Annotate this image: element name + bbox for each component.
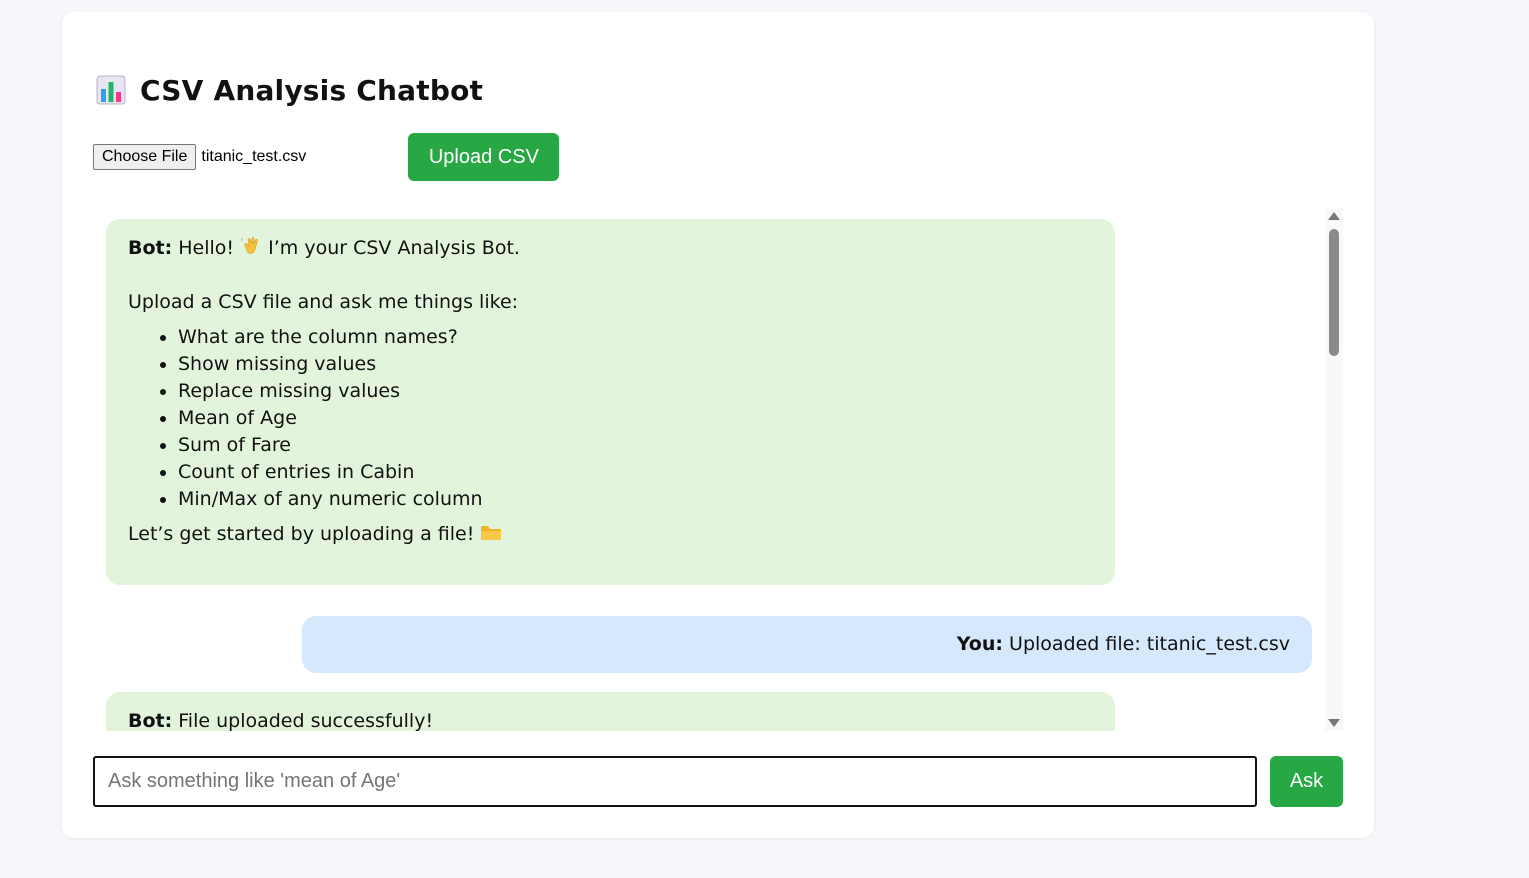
list-item: Mean of Age	[178, 405, 1093, 432]
message-text: File uploaded successfully!	[178, 710, 434, 731]
chatbot-card: CSV Analysis Chatbot Choose File titanic…	[62, 12, 1374, 838]
folder-icon	[481, 526, 502, 540]
message-speaker: Bot:	[128, 710, 173, 731]
list-item: Min/Max of any numeric column	[178, 486, 1093, 513]
list-item: Replace missing values	[178, 378, 1093, 405]
scrollbar-thumb[interactable]	[1329, 229, 1339, 356]
ask-button[interactable]: Ask	[1270, 756, 1343, 807]
page-title: CSV Analysis Chatbot	[140, 73, 484, 107]
chat-history[interactable]: Bot: Hello! I’m your CSV Analysis Bot. U…	[93, 208, 1343, 731]
suggestion-list: What are the column names? Show missing …	[128, 324, 1093, 513]
scroll-down-arrow-icon[interactable]	[1328, 719, 1340, 727]
message-text: Uploaded file: titanic_test.csv	[1009, 633, 1290, 655]
header: CSV Analysis Chatbot	[96, 70, 483, 110]
list-item: Sum of Fare	[178, 432, 1093, 459]
list-item: Show missing values	[178, 351, 1093, 378]
upload-form: Choose File titanic_test.csv Upload CSV	[93, 133, 560, 181]
bar-chart-icon	[96, 75, 126, 105]
selected-file-name: titanic_test.csv	[201, 148, 307, 165]
list-item: Count of entries in Cabin	[178, 459, 1093, 486]
waving-hand-icon	[241, 237, 258, 254]
message-speaker: You:	[956, 633, 1003, 655]
choose-file-button[interactable]: Choose File	[93, 144, 197, 170]
message-text: Upload a CSV file and ask me things like…	[128, 291, 519, 313]
message-text: I’m your CSV Analysis Bot.	[268, 237, 520, 259]
list-item: What are the column names?	[178, 324, 1093, 351]
question-input[interactable]	[93, 756, 1257, 807]
chat-scrollbar[interactable]	[1325, 208, 1343, 731]
message-speaker: Bot:	[128, 237, 173, 259]
user-message: You: Uploaded file: titanic_test.csv	[302, 616, 1312, 673]
bot-message: Bot: Hello! I’m your CSV Analysis Bot. U…	[106, 219, 1115, 585]
message-text: Let’s get started by uploading a file!	[128, 523, 475, 545]
message-text: Hello!	[178, 237, 235, 259]
upload-csv-button[interactable]: Upload CSV	[408, 133, 560, 181]
scroll-up-arrow-icon[interactable]	[1328, 212, 1340, 220]
question-form: Ask	[93, 756, 1343, 807]
bot-message: Bot: File uploaded successfully!	[106, 692, 1115, 731]
